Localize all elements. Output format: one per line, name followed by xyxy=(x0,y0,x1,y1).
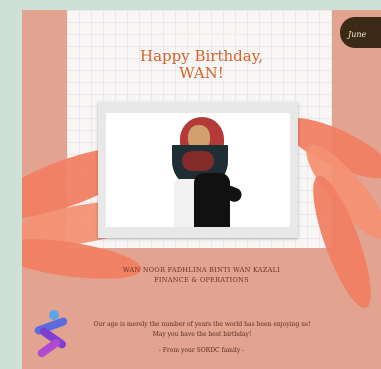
message-line-2: May you have the best birthday! xyxy=(152,331,252,338)
badge-month: June xyxy=(348,30,367,39)
staff-name-block: WAN NOOR FADHLINA BINTI WAN KAZALI FINAN… xyxy=(22,265,381,285)
staff-name: WAN NOOR FADHLINA BINTI WAN KAZALI xyxy=(122,266,281,274)
person-logo-icon xyxy=(32,310,72,360)
message: Our age is merely the number of years th… xyxy=(92,320,312,340)
black-cardigan xyxy=(194,173,230,227)
badge-dot: · xyxy=(356,22,358,27)
headline-line-1: Happy Birthday, xyxy=(140,47,263,65)
kicker-text: STAFF SPOTLIGHT xyxy=(163,34,240,42)
signoff: - From your SORDC family - xyxy=(158,347,245,354)
person-figure xyxy=(166,117,244,227)
department: FINANCE & OPERATIONS xyxy=(154,276,249,284)
staff-photo xyxy=(106,113,290,227)
page: STAFF SPOTLIGHT Happy Birthday, WAN! WAN… xyxy=(0,0,381,369)
hijab-pattern xyxy=(182,151,214,171)
birthday-card: STAFF SPOTLIGHT Happy Birthday, WAN! WAN… xyxy=(22,10,381,369)
message-line-1: Our age is merely the number of years th… xyxy=(93,321,311,328)
headline-line-2: WAN! xyxy=(179,64,224,82)
photo-frame xyxy=(98,102,298,238)
month-badge: · June xyxy=(340,17,381,48)
headline: Happy Birthday, WAN! xyxy=(22,48,381,82)
